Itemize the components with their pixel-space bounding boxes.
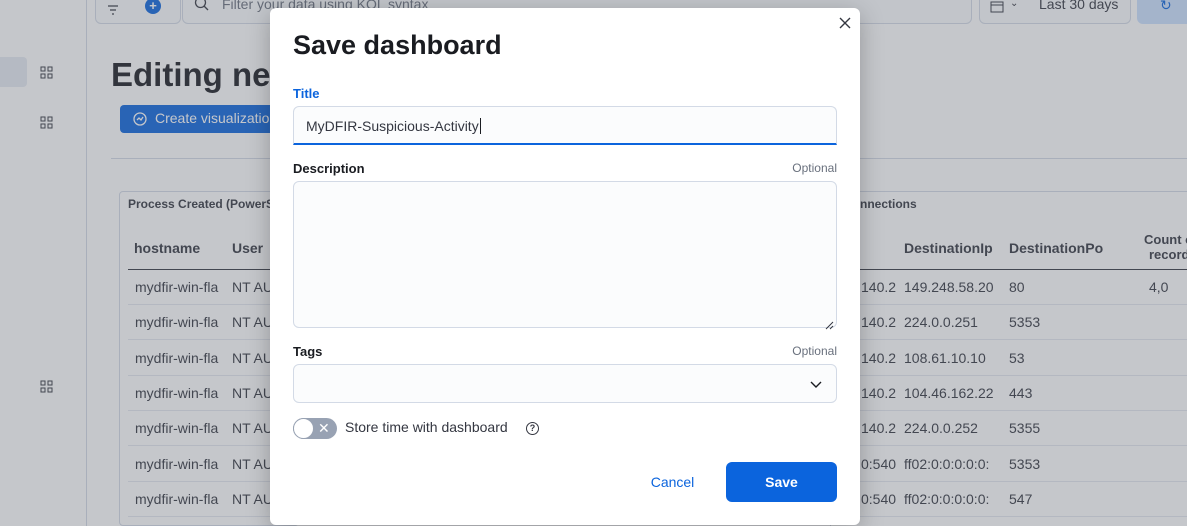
- store-time-label[interactable]: Store time with dashboard: [345, 419, 508, 435]
- tags-label: Tags: [293, 344, 323, 359]
- chevron-down-icon[interactable]: [809, 377, 823, 391]
- question-icon[interactable]: ?: [526, 422, 539, 435]
- resize-handle-icon[interactable]: [825, 317, 834, 330]
- store-time-toggle[interactable]: ✕: [293, 418, 337, 439]
- cancel-button[interactable]: Cancel: [630, 462, 715, 502]
- save-dashboard-modal: Save dashboard Title MyDFIR-Suspicious-A…: [270, 8, 860, 525]
- tags-optional-hint: Optional: [792, 344, 837, 358]
- toggle-knob: [293, 418, 314, 439]
- modal-title: Save dashboard: [293, 30, 502, 60]
- title-label: Title: [293, 86, 320, 101]
- description-optional-hint: Optional: [792, 161, 837, 175]
- save-button[interactable]: Save: [726, 462, 837, 502]
- tags-combobox[interactable]: [293, 364, 837, 403]
- description-label: Description: [293, 161, 365, 176]
- cross-icon: ✕: [318, 420, 330, 436]
- close-icon[interactable]: [837, 15, 853, 31]
- description-textarea[interactable]: [293, 181, 837, 328]
- title-input[interactable]: [293, 106, 837, 145]
